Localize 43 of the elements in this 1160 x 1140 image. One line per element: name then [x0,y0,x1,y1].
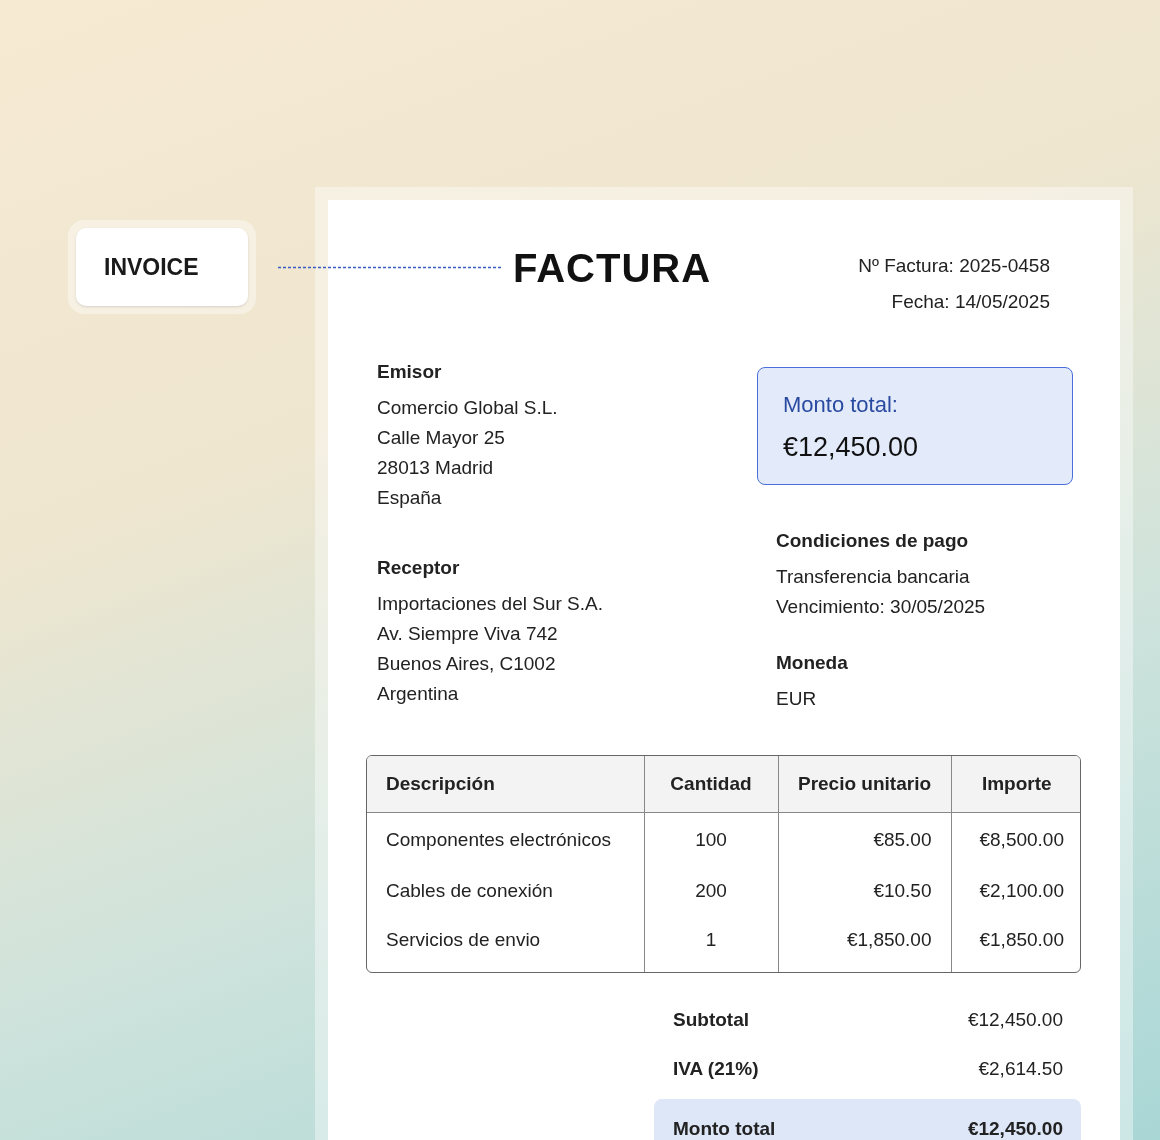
table-cell: €10.50 [778,868,951,914]
section-heading: Condiciones de pago [776,529,970,553]
address-line: 28013 Madrid [377,456,495,480]
address-line: Transferencia bancaria [776,565,971,589]
invoice-meta: Fecha: 14/05/2025 [891,290,1050,314]
address-line: Comercio Global S.L. [377,396,559,420]
address-line: Importaciones del Sur S.A. [377,592,604,616]
total-label: Subtotal [673,1008,749,1033]
total-label: IVA (21%) [673,1057,759,1082]
invoice-meta: Nº Factura: 2025-0458 [858,254,1050,278]
address-line: Calle Mayor 25 [377,426,506,450]
address-line: EUR [776,687,818,711]
table-cell: €1,850.00 [951,914,1080,972]
section-heading: Moneda [776,651,849,675]
column-header: Precio unitario [778,756,951,812]
table-cell: 1 [644,914,778,972]
total-amount: €12,450.00 [783,431,920,464]
table-cell: Componentes electrónicos [367,812,644,868]
table-cell: 200 [644,868,778,914]
invoice-label: INVOICE [76,228,248,306]
document-title: FACTURA [513,245,712,292]
address-line: Argentina [377,682,460,706]
section-heading: Receptor [377,556,461,580]
table-cell: €2,100.00 [951,868,1080,914]
column-header: Cantidad [644,756,778,812]
table-cell: €85.00 [778,812,951,868]
table-cell: 100 [644,812,778,868]
address-line: Av. Siempre Viva 742 [377,622,559,646]
address-line: España [377,486,443,510]
address-line: Buenos Aires, C1002 [377,652,557,676]
total-label: Monto total: [783,391,899,419]
total-value: €12,450.00 [967,1008,1063,1033]
column-header: Importe [951,756,1080,812]
address-line: Vencimiento: 30/05/2025 [776,595,987,619]
column-header: Descripción [367,756,644,812]
table-cell: Servicios de envio [367,914,644,972]
section-heading: Emisor [377,360,443,384]
table-cell: €1,850.00 [778,914,951,972]
total-label: Monto total [673,1116,776,1140]
table-cell: Cables de conexión [367,868,644,914]
total-value: €2,614.50 [978,1057,1063,1082]
total-value: €12,450.00 [967,1116,1063,1140]
table-cell: €8,500.00 [951,812,1080,868]
